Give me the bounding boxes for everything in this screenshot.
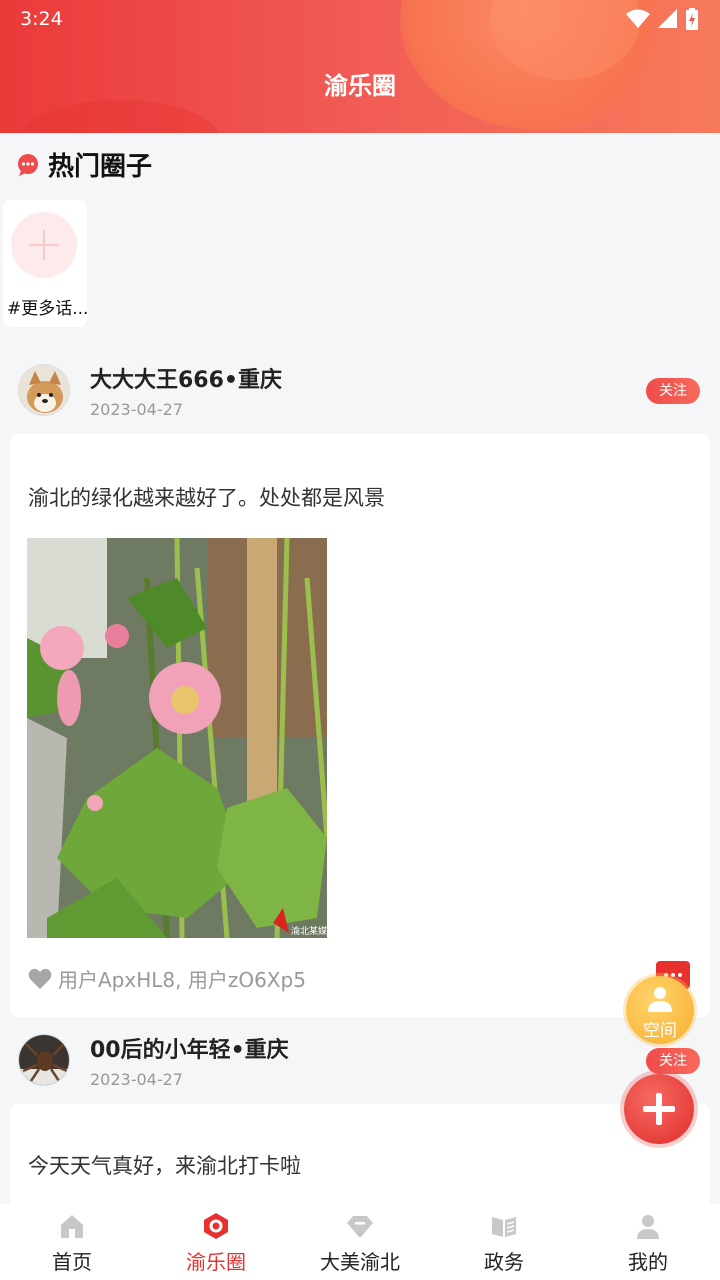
- section-title: 热门圈子: [48, 152, 153, 182]
- signal-icon: [658, 9, 677, 28]
- author-name[interactable]: 大大大王666•重庆: [90, 362, 282, 394]
- more-topics-card[interactable]: #更多话...: [3, 200, 89, 327]
- home-icon: [61, 1215, 83, 1238]
- space-label: 空间: [643, 1021, 677, 1041]
- post-text: 渝北的绿化越来越好了。处处都是风景: [28, 486, 385, 510]
- avatar[interactable]: [18, 1034, 70, 1086]
- diamond-icon: [347, 1216, 373, 1238]
- photo-watermark: 渝北某媒: [291, 925, 327, 937]
- tab-label: 大美渝北: [320, 1250, 400, 1274]
- tab-label: 我的: [628, 1250, 668, 1274]
- post-date: 2023-04-27: [90, 1070, 183, 1089]
- status-time: 3:24: [20, 8, 63, 30]
- likes-text: 用户ApxHL8, 用户zO6Xp5: [58, 968, 306, 992]
- chat-bubble-icon: [18, 153, 38, 176]
- bottom-tabbar: 首页 渝乐圈 大美渝北 政务 我的: [0, 1204, 720, 1280]
- tab-label: 政务: [484, 1250, 524, 1274]
- author-name[interactable]: 00后的小年轻•重庆: [90, 1032, 289, 1064]
- add-post-button[interactable]: [624, 1074, 694, 1144]
- user-space-icon: [648, 987, 672, 1012]
- tab-damei-yubei[interactable]: 大美渝北: [288, 1204, 432, 1280]
- post-header: 00后的小年轻•重庆 2023-04-27 关注: [0, 1018, 720, 1106]
- more-topics-label: #更多话...: [7, 299, 89, 319]
- follow-button[interactable]: 关注: [646, 378, 700, 404]
- heart-icon[interactable]: [28, 968, 52, 990]
- likes-row: 用户ApxHL8, 用户zO6Xp5: [28, 964, 306, 993]
- book-icon: [492, 1217, 516, 1237]
- tab-mine[interactable]: 我的: [576, 1204, 720, 1280]
- tab-label: 首页: [52, 1250, 92, 1274]
- post-text: 今天天气真好，来渝北打卡啦: [28, 1154, 301, 1178]
- post-photo[interactable]: 渝北某媒: [27, 538, 327, 938]
- wifi-icon: [626, 9, 650, 28]
- tab-yulequan[interactable]: 渝乐圈: [144, 1204, 288, 1280]
- user-icon: [637, 1215, 659, 1239]
- page-title: 渝乐圈: [324, 72, 396, 100]
- post-card[interactable]: 今天天气真好，来渝北打卡啦: [10, 1104, 710, 1214]
- header: 3:24 渝乐圈: [0, 0, 720, 133]
- status-icons: [626, 8, 698, 30]
- tab-zhengwu[interactable]: 政务: [432, 1204, 576, 1280]
- avatar[interactable]: [18, 364, 70, 416]
- battery-icon: [686, 8, 698, 30]
- hot-circles-header: 热门圈子: [16, 146, 152, 183]
- post-date: 2023-04-27: [90, 400, 183, 419]
- circle-hexagon-icon: [204, 1213, 228, 1239]
- post-card[interactable]: 渝北的绿化越来越好了。处处都是风景 渝北某媒 用户ApxHL8, 用户zO6Xp…: [10, 434, 710, 1017]
- follow-button[interactable]: 关注: [646, 1048, 700, 1074]
- tab-home[interactable]: 首页: [0, 1204, 144, 1280]
- header-decoration: [20, 100, 220, 133]
- tab-label: 渝乐圈: [186, 1250, 246, 1274]
- add-icon: [11, 212, 77, 278]
- post-header: 大大大王666•重庆 2023-04-27 关注: [0, 348, 720, 436]
- space-button[interactable]: 空间: [626, 976, 694, 1044]
